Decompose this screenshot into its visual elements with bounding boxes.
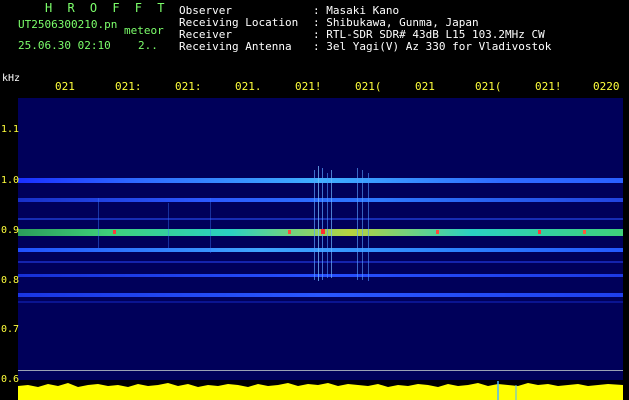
time-tick: 021	[415, 80, 435, 93]
time-tick: 021(	[475, 80, 502, 93]
noise-fill	[18, 383, 623, 400]
signal-band	[18, 248, 623, 252]
antenna-label: Receiving Antenna	[179, 40, 292, 53]
meteor-echo	[210, 198, 211, 253]
meteor-echo	[314, 170, 315, 280]
y-tick: 0.6	[1, 374, 20, 385]
signal-band	[18, 261, 623, 263]
signal-band	[18, 218, 623, 220]
meteor-echo	[168, 203, 169, 248]
signal-peak	[583, 230, 586, 234]
y-tick: 1.0	[1, 175, 20, 186]
meteor-echo	[368, 173, 369, 281]
y-axis-unit: kHz	[2, 73, 21, 84]
spectrogram-screen: H R O F F T UT2506300210.pn meteor 25.06…	[0, 0, 629, 400]
signal-band	[18, 301, 623, 303]
meteor-echo	[318, 166, 319, 281]
signal-peak	[113, 230, 116, 234]
info-labels: Observer Receiving Location Receiver Rec…	[179, 5, 298, 53]
reference-line	[18, 370, 623, 371]
app-brand: H R O F F T	[45, 1, 169, 15]
time-tick: 021:	[115, 80, 142, 93]
signal-peak	[436, 230, 439, 234]
time-tick: 0220	[593, 80, 620, 93]
file-name: UT2506300210.pn	[18, 18, 118, 31]
datetime-label: 25.06.30 02:10	[18, 39, 111, 52]
meteor-echo	[98, 198, 99, 248]
signal-band	[18, 274, 623, 277]
signal-band	[18, 178, 623, 183]
signal-band	[18, 198, 623, 202]
meteor-echo	[357, 168, 358, 280]
meteor-label: meteor	[124, 24, 164, 37]
meteor-count: 2..	[138, 39, 158, 52]
meteor-echo	[331, 170, 332, 278]
y-tick: 0.7	[1, 324, 20, 335]
y-tick: 0.9	[1, 225, 20, 236]
time-tick: 021.	[235, 80, 262, 93]
signal-peak	[321, 229, 325, 234]
time-tick: 021	[55, 80, 75, 93]
meteor-echo	[362, 170, 363, 280]
signal-peak	[288, 230, 291, 234]
signal-band	[18, 293, 623, 297]
time-tick: 021!	[535, 80, 562, 93]
meteor-echo	[322, 168, 323, 280]
signal-peak	[538, 230, 541, 234]
waterfall-plot	[18, 98, 623, 380]
time-tick: 021(	[355, 80, 382, 93]
meteor-echo	[327, 173, 328, 278]
time-tick: 021:	[175, 80, 202, 93]
antenna-value: : 3el Yagi(V) Az 330 for Vladivostok	[313, 40, 552, 53]
y-tick: 1.1	[1, 124, 20, 135]
time-tick: 021!	[295, 80, 322, 93]
info-values: : Masaki Kano : Shibukawa, Gunma, Japan …	[313, 5, 551, 53]
noise-level-strip	[18, 381, 623, 400]
y-tick: 0.8	[1, 275, 20, 286]
